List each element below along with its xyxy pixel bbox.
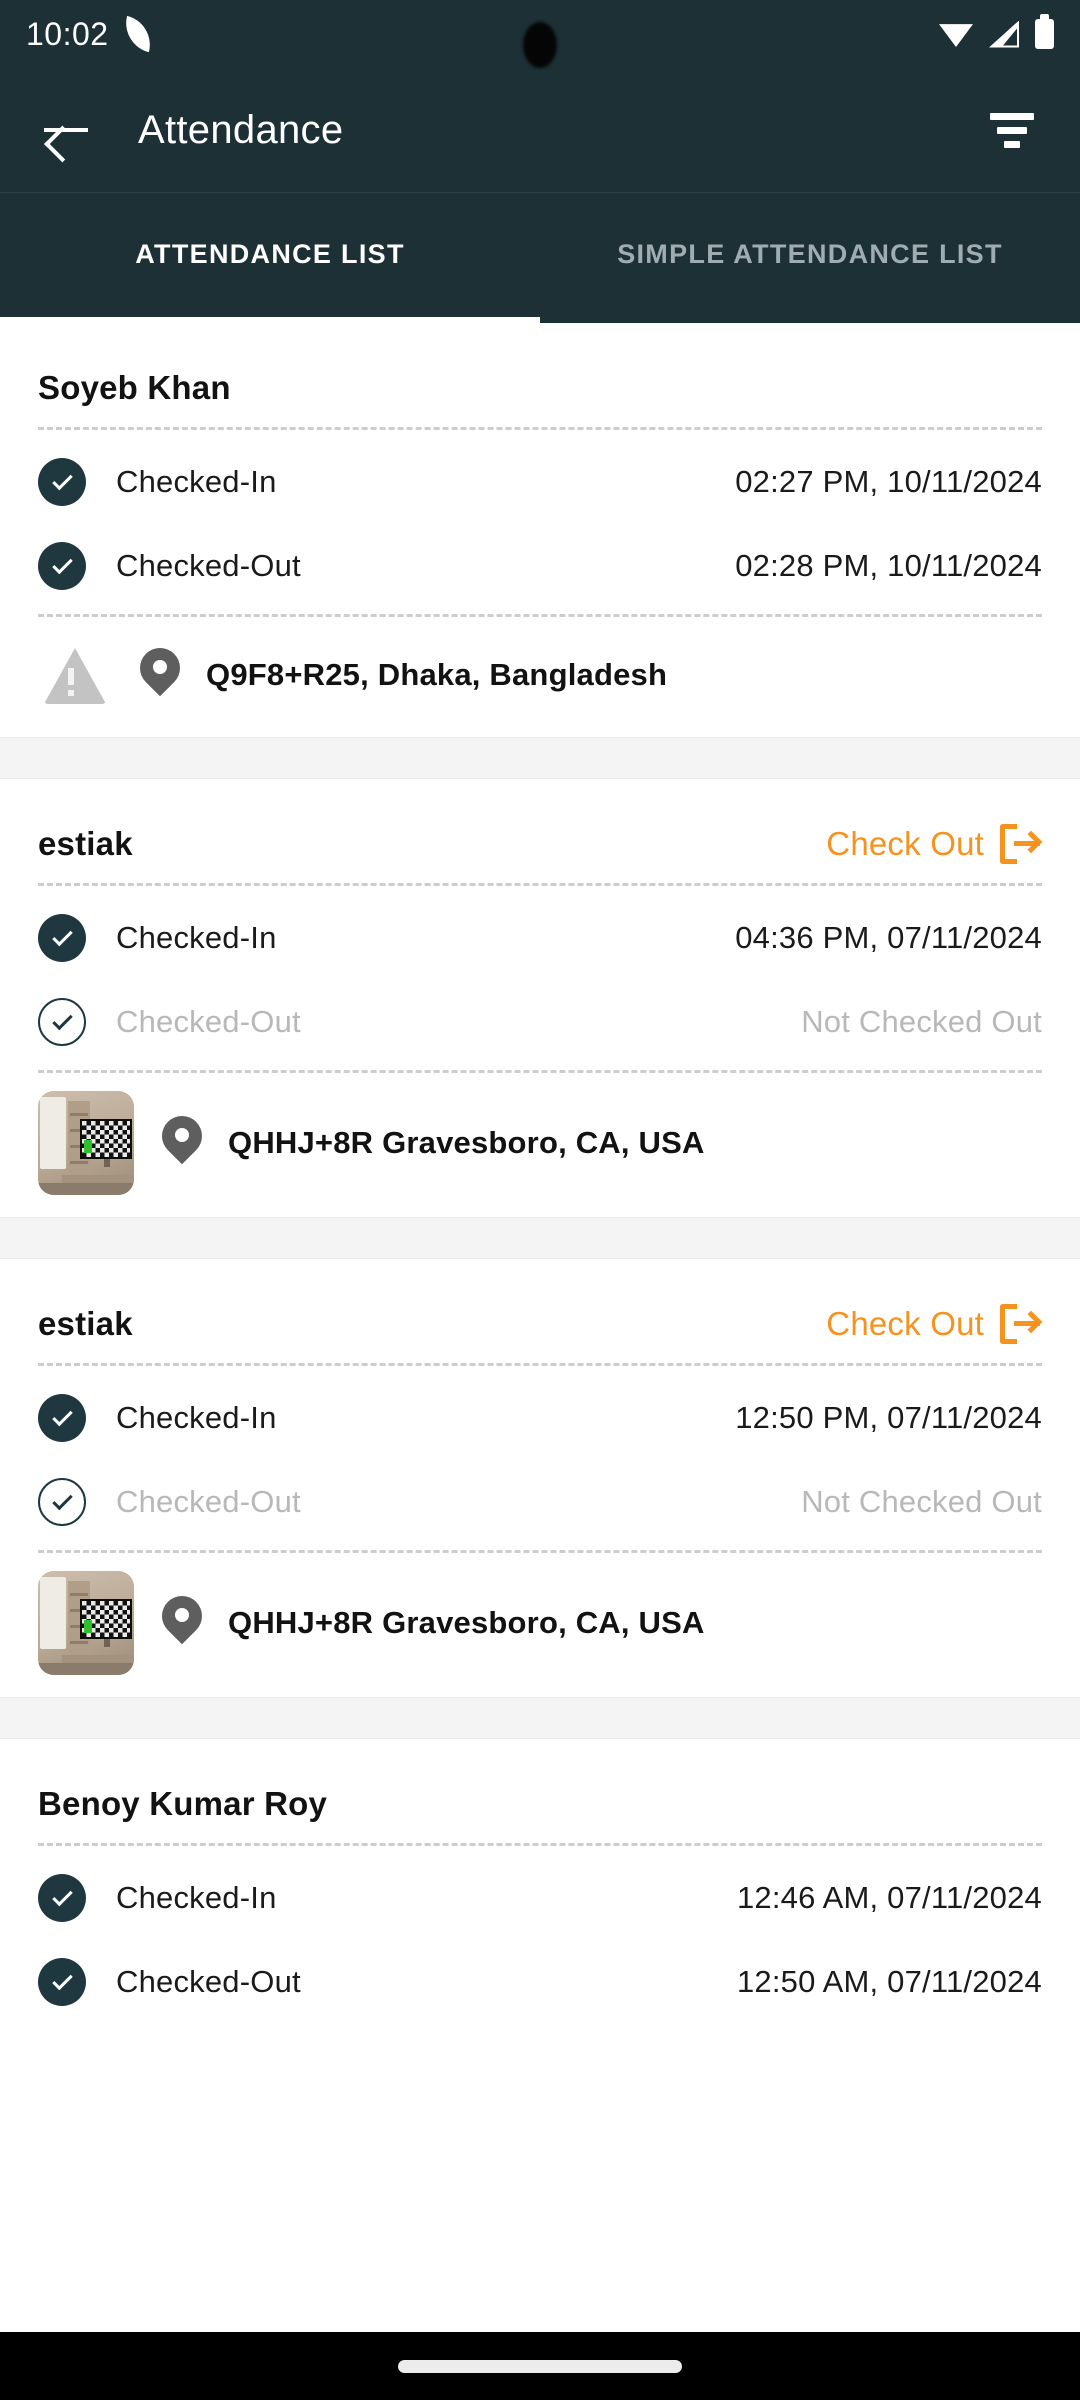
status-bar-left: 10:02 [26, 16, 153, 53]
checked-out-label: Checked-Out [116, 1484, 301, 1519]
checked-out-label: Checked-Out [116, 1964, 301, 1999]
check-circle-icon [38, 1958, 86, 2006]
attendance-photo-thumbnail[interactable] [38, 1091, 134, 1195]
card-header: estiak Check Out [38, 779, 1043, 883]
attendance-photo-thumbnail[interactable] [38, 1571, 134, 1675]
status-bar-clock: 10:02 [26, 15, 109, 52]
phone-screen: 10:02 Attendance ATTENDANCE LIST SIMPLE … [0, 0, 1080, 2400]
check-circle-icon [38, 914, 86, 962]
back-arrow-icon [44, 114, 88, 146]
tab-active-indicator [0, 317, 540, 323]
checked-in-label: Checked-In [116, 1400, 277, 1435]
tab-attendance-list[interactable]: ATTENDANCE LIST [0, 193, 540, 323]
check-out-label: Check Out [826, 825, 984, 862]
app-bar: Attendance [0, 68, 1080, 193]
location-pin-icon [131, 639, 189, 702]
checked-out-row: Checked-Out 12:50 AM, 07/11/2024 [38, 1940, 1042, 2024]
check-circle-icon [38, 1394, 86, 1442]
location-text: QHHJ+8R Gravesboro, CA, USA [228, 1125, 705, 1160]
attendance-card[interactable]: estiak Check Out Checked-In 12:50 PM, 07… [0, 1259, 1080, 1697]
checked-out-time: Not Checked Out [801, 1004, 1042, 1039]
location-text: QHHJ+8R Gravesboro, CA, USA [228, 1605, 705, 1640]
checked-in-time: 04:36 PM, 07/11/2024 [735, 920, 1042, 955]
check-out-button[interactable]: Check Out [824, 1298, 1043, 1350]
filter-bar-3 [1004, 140, 1020, 148]
checked-out-time: 12:50 AM, 07/11/2024 [736, 1964, 1042, 1999]
signal-icon [989, 21, 1019, 48]
system-navigation-bar [0, 2332, 1080, 2400]
checked-out-label: Checked-Out [116, 1004, 301, 1039]
employee-name: estiak [38, 1305, 133, 1342]
location-row: Q9F8+R25, Dhaka, Bangladesh [38, 617, 1042, 737]
checked-in-row: Checked-In 12:50 PM, 07/11/2024 [38, 1376, 1042, 1460]
checked-in-time: 02:27 PM, 10/11/2024 [735, 464, 1042, 499]
checked-in-label: Checked-In [116, 464, 277, 499]
checked-out-time: 02:28 PM, 10/11/2024 [735, 548, 1042, 583]
logout-arrow-icon [1000, 1304, 1043, 1344]
leaf-icon [123, 19, 153, 49]
checked-in-row: Checked-In 02:27 PM, 10/11/2024 [38, 440, 1042, 524]
attendance-card[interactable]: Soyeb Khan Checked-In 02:27 PM, 10/11/20… [0, 323, 1080, 737]
card-header: Soyeb Khan [38, 323, 1042, 427]
checked-in-label: Checked-In [116, 1880, 277, 1915]
page-title: Attendance [138, 107, 344, 152]
wifi-icon [939, 21, 973, 47]
attendance-card[interactable]: estiak Check Out Checked-In 04:36 PM, 07… [0, 779, 1080, 1217]
location-row: QHHJ+8R Gravesboro, CA, USA [38, 1073, 1042, 1217]
card-separator [0, 1697, 1080, 1739]
check-out-label: Check Out [826, 1305, 984, 1342]
location-pin-icon [153, 1107, 211, 1170]
attendance-list: Soyeb Khan Checked-In 02:27 PM, 10/11/20… [0, 323, 1080, 2030]
check-circle-outline-icon [38, 998, 86, 1046]
camera-punch-hole [523, 22, 557, 68]
status-bar-right [939, 14, 1054, 49]
tab-bar: ATTENDANCE LIST SIMPLE ATTENDANCE LIST [0, 193, 1080, 323]
check-circle-icon [38, 542, 86, 590]
filter-bar-1 [990, 112, 1034, 120]
employee-name: Soyeb Khan [38, 369, 231, 406]
location-pin-icon [153, 1587, 211, 1650]
logout-arrow-icon [1000, 824, 1043, 864]
back-button[interactable] [30, 94, 102, 166]
attendance-card[interactable]: Benoy Kumar Roy Checked-In 12:46 AM, 07/… [0, 1739, 1080, 2030]
checked-in-row: Checked-In 04:36 PM, 07/11/2024 [38, 896, 1042, 980]
checked-out-time: Not Checked Out [801, 1484, 1042, 1519]
check-out-button[interactable]: Check Out [824, 818, 1043, 870]
status-bar: 10:02 [0, 0, 1080, 68]
check-circle-icon [38, 1874, 86, 1922]
check-circle-icon [38, 458, 86, 506]
status-rows: Checked-In 02:27 PM, 10/11/2024 Checked-… [38, 430, 1042, 614]
broken-image-icon [38, 638, 112, 712]
battery-icon [1035, 14, 1054, 49]
checked-in-time: 12:46 AM, 07/11/2024 [736, 1880, 1042, 1915]
status-rows: Checked-In 12:46 AM, 07/11/2024 Checked-… [38, 1846, 1042, 2030]
filter-icon[interactable] [974, 92, 1050, 168]
filter-bar-2 [997, 126, 1027, 134]
checked-out-label: Checked-Out [116, 548, 301, 583]
location-text: Q9F8+R25, Dhaka, Bangladesh [206, 657, 668, 692]
checked-out-row: Checked-Out Not Checked Out [38, 980, 1042, 1064]
checked-out-row: Checked-Out Not Checked Out [38, 1460, 1042, 1544]
location-row: QHHJ+8R Gravesboro, CA, USA [38, 1553, 1042, 1697]
card-separator [0, 737, 1080, 779]
employee-name: estiak [38, 825, 133, 862]
card-header: Benoy Kumar Roy [38, 1739, 1042, 1843]
check-circle-outline-icon [38, 1478, 86, 1526]
status-rows: Checked-In 12:50 PM, 07/11/2024 Checked-… [38, 1366, 1042, 1550]
tab-simple-attendance-list[interactable]: SIMPLE ATTENDANCE LIST [540, 193, 1080, 323]
status-rows: Checked-In 04:36 PM, 07/11/2024 Checked-… [38, 886, 1042, 1070]
employee-name: Benoy Kumar Roy [38, 1785, 328, 1822]
card-header: estiak Check Out [38, 1259, 1043, 1363]
checked-in-time: 12:50 PM, 07/11/2024 [735, 1400, 1042, 1435]
home-indicator[interactable] [398, 2359, 682, 2373]
card-separator [0, 1217, 1080, 1259]
checked-in-label: Checked-In [116, 920, 277, 955]
checked-in-row: Checked-In 12:46 AM, 07/11/2024 [38, 1856, 1042, 1940]
checked-out-row: Checked-Out 02:28 PM, 10/11/2024 [38, 524, 1042, 608]
